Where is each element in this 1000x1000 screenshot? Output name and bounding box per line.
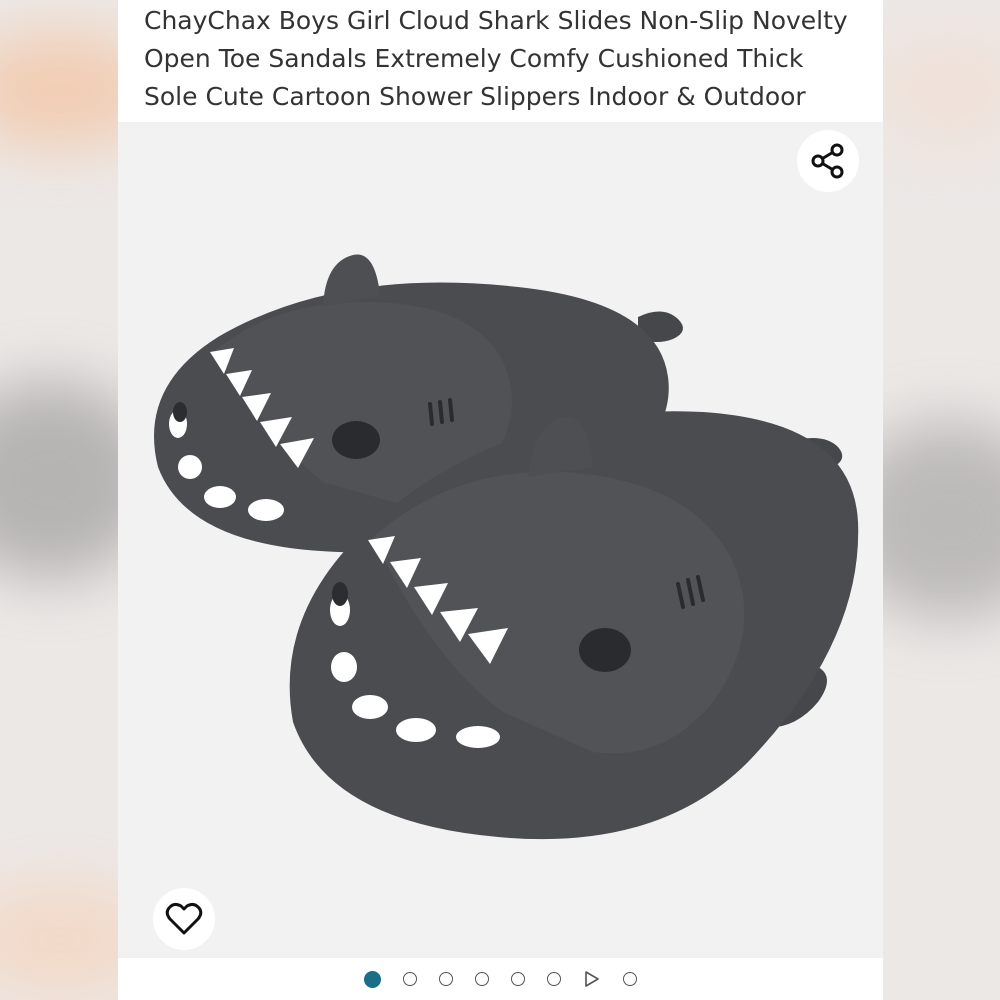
- indicator-dot-3[interactable]: [439, 972, 453, 986]
- indicator-dot-8[interactable]: [623, 972, 637, 986]
- indicator-dot-5[interactable]: [511, 972, 525, 986]
- indicator-dot-1[interactable]: [364, 970, 381, 988]
- product-card: ChayChax Boys Girl Cloud Shark Slides No…: [118, 0, 883, 1000]
- product-image: [154, 254, 859, 840]
- wishlist-button[interactable]: [153, 888, 215, 950]
- share-button[interactable]: [797, 130, 859, 192]
- gallery-indicators: [118, 958, 883, 1000]
- indicator-dot-4[interactable]: [475, 972, 489, 986]
- share-icon: [811, 143, 844, 179]
- indicator-dot-2[interactable]: [403, 972, 417, 986]
- product-title: ChayChax Boys Girl Cloud Shark Slides No…: [144, 6, 848, 111]
- play-icon: [585, 971, 599, 987]
- indicator-dot-6[interactable]: [547, 972, 561, 986]
- heart-outline-icon: [165, 902, 203, 935]
- product-image-gallery[interactable]: [118, 122, 883, 958]
- indicator-video[interactable]: [583, 970, 601, 988]
